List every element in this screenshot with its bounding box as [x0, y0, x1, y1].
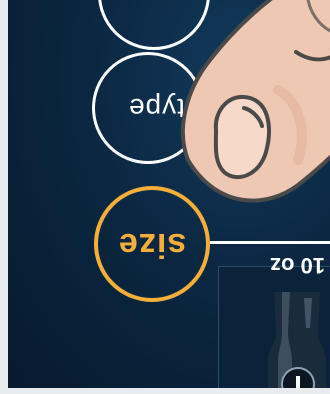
bottle-icon: [268, 292, 326, 388]
product-size-label: 10 oz: [270, 253, 326, 278]
finger-pointer-icon: [180, 0, 330, 203]
selector-scene: type size 10 oz: [8, 0, 330, 388]
option-label-size: size: [117, 225, 187, 264]
size-connector-line: [210, 241, 330, 244]
screen-frame: type size 10 oz: [0, 0, 330, 394]
product-selector-panel: type size 10 oz: [8, 0, 330, 388]
